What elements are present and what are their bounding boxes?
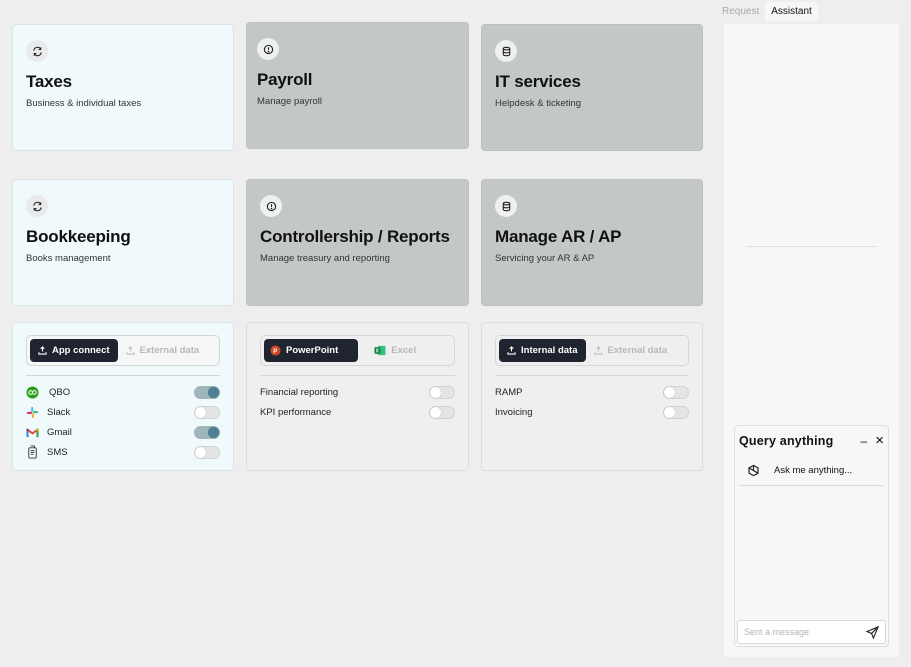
upload-icon [38, 346, 47, 355]
ar-ap-card[interactable]: Manage AR / AP Servicing your AR & AP [481, 179, 703, 306]
query-suggestion[interactable]: Ask me anything... [739, 449, 884, 486]
message-input[interactable]: Sent a message [737, 620, 886, 644]
data-label: Invoicing [495, 406, 533, 418]
excel-label: Excel [391, 345, 417, 356]
powerpoint-button[interactable]: P PowerPoint [264, 339, 359, 362]
refresh-icon [26, 195, 48, 217]
card-subtitle: Books management [26, 253, 111, 264]
query-title: Query anything [739, 433, 834, 448]
external-data-label: External data [607, 345, 668, 356]
query-widget: Query anything – × Ask me anything... Se… [734, 425, 889, 647]
tab-request[interactable]: Request [716, 2, 765, 21]
send-icon[interactable] [866, 625, 879, 639]
card-subtitle: Business & individual taxes [26, 98, 142, 109]
sms-toggle[interactable] [194, 445, 220, 459]
external-data-label: External data [139, 345, 200, 356]
card-title: Manage AR / AP [495, 227, 622, 246]
internal-data-label: Internal data [521, 345, 578, 356]
external-data-button[interactable]: External data [586, 339, 676, 362]
card-title: Payroll [257, 70, 313, 89]
controllership-card[interactable]: Controllership / Reports Manage treasury… [246, 179, 469, 306]
integration-label: Slack [47, 406, 71, 418]
it-services-card[interactable]: IT services Helpdesk & ticketing [481, 24, 703, 151]
integration-row-slack: Slack [26, 402, 220, 422]
integration-row-gmail: Gmail [26, 422, 220, 442]
integration-row-sms: SMS [26, 442, 220, 462]
gmail-toggle[interactable] [194, 425, 220, 439]
qbo-icon [26, 385, 39, 399]
suggestion-text: Ask me anything... [774, 465, 853, 476]
divider [495, 375, 689, 376]
card-subtitle: Servicing your AR & AP [495, 253, 595, 264]
upload-icon [507, 346, 516, 355]
alert-circle-icon [260, 195, 282, 217]
reports-panel: P PowerPoint X Excel Financial reporting… [246, 322, 469, 471]
ramp-toggle[interactable] [663, 385, 689, 399]
integration-label: Gmail [47, 426, 72, 438]
divider [260, 375, 455, 376]
reports-segmented: P PowerPoint X Excel [260, 335, 455, 366]
data-label: RAMP [495, 386, 523, 398]
slack-toggle[interactable] [194, 405, 220, 419]
sidebar-tabs: Request Assistant [716, 2, 818, 21]
card-title: IT services [495, 72, 581, 91]
excel-icon: X [374, 345, 386, 356]
app-connect-panel: App connect External data QBO Slack Gmai… [12, 322, 234, 471]
openai-icon [748, 464, 759, 477]
close-icon[interactable]: × [875, 432, 884, 449]
report-row-financial: Financial reporting [260, 382, 455, 402]
financial-reporting-toggle[interactable] [429, 385, 455, 399]
report-label: KPI performance [260, 406, 332, 418]
app-connect-button[interactable]: App connect [30, 339, 118, 362]
invoicing-toggle[interactable] [663, 405, 689, 419]
integration-label: SMS [47, 446, 68, 458]
card-title: Controllership / Reports [260, 227, 450, 246]
divider [746, 246, 877, 247]
minimize-icon[interactable]: – [861, 434, 868, 448]
gmail-icon [26, 428, 39, 437]
slack-icon [26, 406, 39, 418]
card-subtitle: Manage treasury and reporting [260, 253, 390, 264]
query-header: Query anything – × [735, 426, 888, 449]
app-connect-segmented: App connect External data [26, 335, 220, 366]
card-subtitle: Helpdesk & ticketing [495, 98, 582, 109]
kpi-performance-toggle[interactable] [429, 405, 455, 419]
report-row-kpi: KPI performance [260, 402, 455, 422]
integration-label: QBO [49, 386, 71, 398]
powerpoint-icon: P [270, 345, 281, 356]
tab-assistant[interactable]: Assistant [765, 2, 818, 21]
alert-circle-icon [257, 38, 279, 60]
payroll-card[interactable]: Payroll Manage payroll [246, 22, 469, 149]
powerpoint-label: PowerPoint [286, 345, 339, 356]
data-panel: Internal data External data RAMP Invoici… [481, 322, 703, 471]
message-placeholder: Sent a message [744, 627, 810, 637]
sms-icon [28, 445, 37, 459]
excel-button[interactable]: X Excel [358, 339, 424, 362]
card-title: Taxes [26, 72, 72, 91]
database-icon [495, 40, 517, 62]
data-row-ramp: RAMP [495, 382, 689, 402]
external-data-button[interactable]: External data [118, 339, 208, 362]
app-connect-label: App connect [52, 345, 110, 356]
qbo-toggle[interactable] [194, 385, 220, 399]
card-subtitle: Manage payroll [257, 96, 322, 107]
database-icon [495, 195, 517, 217]
divider [26, 375, 220, 376]
card-title: Bookkeeping [26, 227, 131, 246]
refresh-icon [26, 40, 48, 62]
bookkeeping-card[interactable]: Bookkeeping Books management [12, 179, 234, 306]
internal-data-button[interactable]: Internal data [499, 339, 586, 362]
report-label: Financial reporting [260, 386, 339, 398]
taxes-card[interactable]: Taxes Business & individual taxes [12, 24, 234, 151]
upload-icon [125, 346, 135, 355]
integration-row-qbo: QBO [26, 382, 220, 402]
data-segmented: Internal data External data [495, 335, 689, 366]
data-row-invoicing: Invoicing [495, 402, 689, 422]
upload-icon [593, 346, 603, 355]
svg-text:P: P [273, 349, 277, 355]
